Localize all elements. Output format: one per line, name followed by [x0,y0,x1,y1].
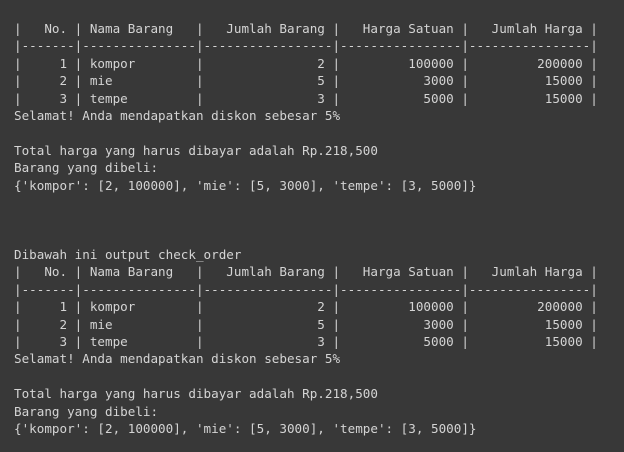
table-row: | 3 | tempe | 3 | 5000 | 15000 | [14,90,598,106]
discount-message: Selamat! Anda mendapatkan diskon sebesar… [14,107,341,123]
table-row: | 2 | mie | 5 | 3000 | 15000 | [14,73,598,89]
table-row: | 1 | kompor | 2 | 100000 | 200000 | [14,299,598,315]
check-order-heading: Dibawah ini output check_order [14,247,242,263]
console-output: | No. | Nama Barang | Jumlah Barang | Ha… [0,0,624,452]
purchased-items-label: Barang yang dibeli: [14,160,159,176]
purchased-items-dict: {'kompor': [2, 100000], 'mie': [5, 3000]… [14,177,477,193]
table-row: | 1 | kompor | 2 | 100000 | 200000 | [14,55,598,71]
purchased-items-dict: {'kompor': [2, 100000], 'mie': [5, 3000]… [14,420,477,436]
output-block-2: Dibawah ini output check_order | No. | N… [14,246,624,437]
output-block-1: | No. | Nama Barang | Jumlah Barang | Ha… [14,20,624,194]
total-price-line: Total harga yang harus dibayar adalah Rp… [14,386,378,402]
table-separator-row: |-------|---------------|---------------… [14,281,598,297]
table-row: | 3 | tempe | 3 | 5000 | 15000 | [14,334,598,350]
discount-message: Selamat! Anda mendapatkan diskon sebesar… [14,351,341,367]
table-separator-row: |-------|---------------|---------------… [14,38,598,54]
table-header-row: | No. | Nama Barang | Jumlah Barang | Ha… [14,21,598,36]
purchased-items-label: Barang yang dibeli: [14,403,159,419]
table-row: | 2 | mie | 5 | 3000 | 15000 | [14,316,598,332]
total-price-line: Total harga yang harus dibayar adalah Rp… [14,142,378,158]
table-header-row: | No. | Nama Barang | Jumlah Barang | Ha… [14,264,598,280]
